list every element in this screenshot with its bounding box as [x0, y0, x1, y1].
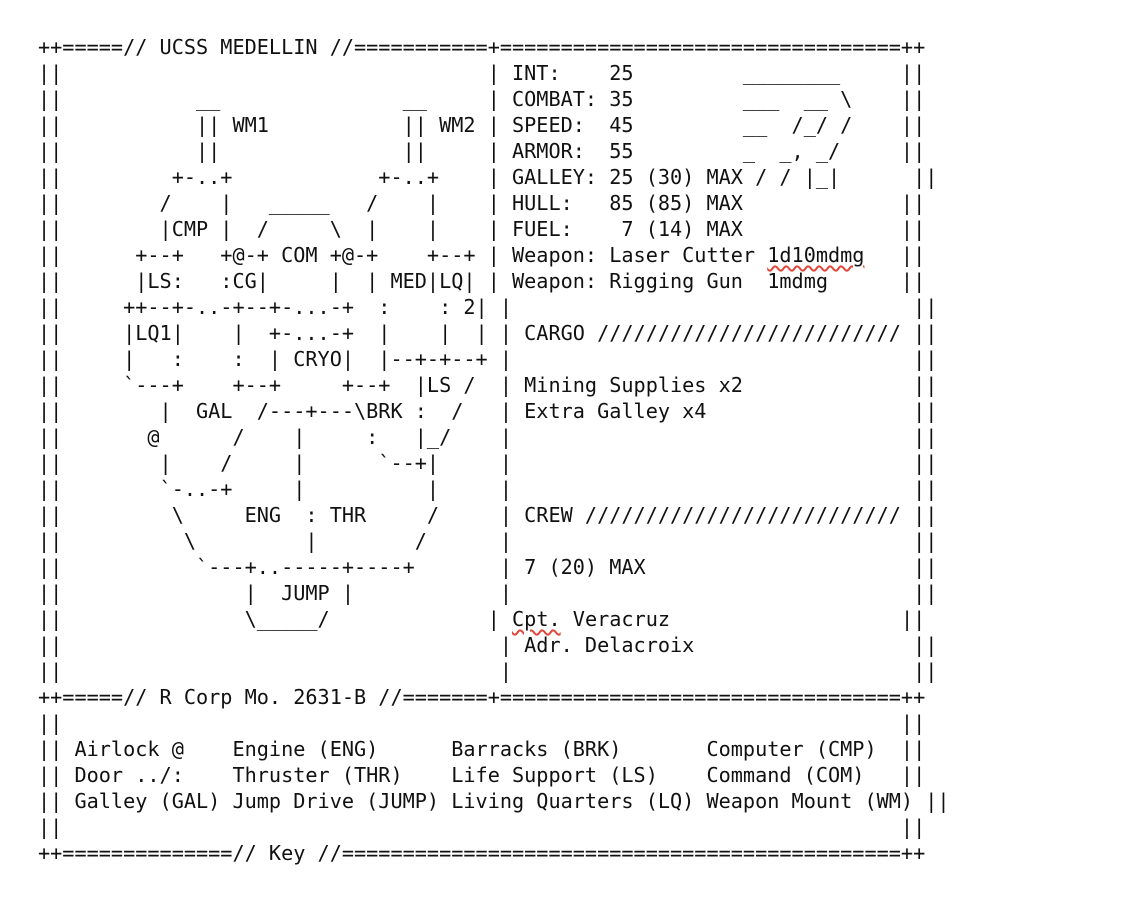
terminal-line: || \ ENG : THR / | CREW ////////////////…: [38, 503, 938, 527]
terminal-line: || \_____/ | Cpt. Veracruz ||: [38, 607, 926, 631]
terminal-line: || `---+..-----+----+ | 7 (20) MAX ||: [38, 555, 938, 579]
terminal-line: || Airlock @ Engine (ENG) Barracks (BRK)…: [38, 737, 926, 761]
terminal-line: || |LQ1| | +-...-+ | | | | CARGO ///////…: [38, 321, 938, 345]
terminal-line: || | GAL /---+---\BRK : / | Extra Galley…: [38, 399, 938, 423]
terminal-line: || ++--+-..-+--+-...-+ : : 2| | ||: [38, 295, 938, 319]
terminal-line: || @ / | : |_/ | ||: [38, 425, 938, 449]
terminal-line: || / | _____ / | | HULL: 85 (85) MAX ||: [38, 191, 926, 215]
terminal-line: || __ __ | COMBAT: 35 ___ __ \ ||: [38, 87, 926, 111]
terminal-line: ++=====// UCSS MEDELLIN //===========+==…: [38, 35, 926, 59]
terminal-line: || | : : | CRYO| |--+-+--+ | ||: [38, 347, 938, 371]
terminal-line: || \ | / | ||: [38, 529, 938, 553]
terminal-line: ++=====// R Corp Mo. 2631-B //=======+==…: [38, 685, 926, 709]
terminal-line: || | / | `--+| | ||: [38, 451, 938, 475]
spellcheck-word: Cpt.: [512, 607, 561, 631]
terminal-line: || ||: [38, 711, 926, 735]
terminal-line: || | ||: [38, 659, 938, 683]
terminal-line: || |LS: :CG| | | MED|LQ| | Weapon: Riggi…: [38, 269, 926, 293]
terminal-line: || ||: [38, 815, 926, 839]
terminal-line: || || WM1 || WM2 | SPEED: 45 __ /_/ / ||: [38, 113, 926, 137]
terminal-line: || Door ../: Thruster (THR) Life Support…: [38, 763, 926, 787]
terminal-line: || Galley (GAL) Jump Drive (JUMP) Living…: [38, 789, 950, 813]
terminal-line: || | Adr. Delacroix ||: [38, 633, 938, 657]
terminal-line: || || || | ARMOR: 55 _ _, _/ ||: [38, 139, 926, 163]
terminal-line: || | JUMP | | ||: [38, 581, 938, 605]
spellcheck-word: 1d10mdmg: [767, 243, 865, 267]
terminal-line: || | INT: 25 ________ ||: [38, 61, 926, 85]
terminal-line: ++==============// Key //===============…: [38, 841, 926, 865]
terminal-line: || `---+ +--+ +--+ |LS / | Mining Suppli…: [38, 373, 938, 397]
terminal-line: || +-..+ +-..+ | GALLEY: 25 (30) MAX / /…: [38, 165, 938, 189]
terminal-line: || +--+ +@-+ COM +@-+ +--+ | Weapon: Las…: [38, 243, 926, 267]
terminal-line: || `-..-+ | | | ||: [38, 477, 938, 501]
terminal-line: || |CMP | / \ | | | FUEL: 7 (14) MAX ||: [38, 217, 926, 241]
ascii-ship-sheet: ++=====// UCSS MEDELLIN //===========+==…: [38, 34, 950, 866]
